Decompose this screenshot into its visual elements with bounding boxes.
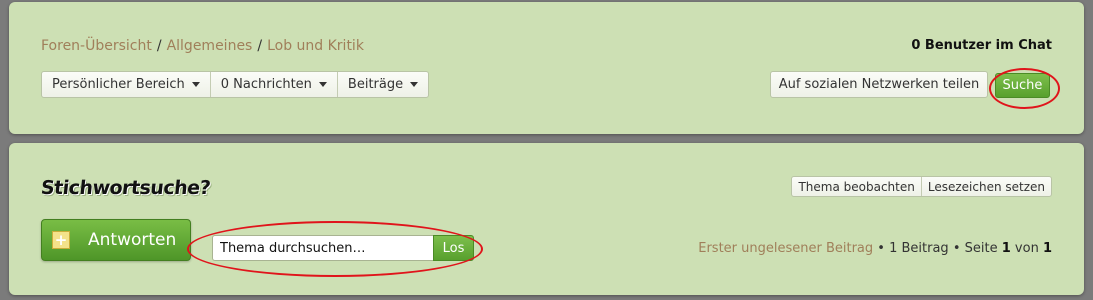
current-page: 1 bbox=[1001, 241, 1011, 256]
topic-search-go-button[interactable]: Los bbox=[433, 235, 474, 261]
breadcrumb-separator: / bbox=[156, 38, 162, 54]
chevron-down-icon bbox=[318, 82, 327, 87]
topic-actions: Thema beobachten Lesezeichen setzen bbox=[791, 176, 1052, 197]
search-button[interactable]: Suche bbox=[995, 73, 1050, 98]
total-pages: 1 bbox=[1042, 241, 1052, 256]
personal-area-label: Persönlicher Bereich bbox=[52, 77, 185, 92]
user-nav-menu: Persönlicher Bereich 0 Nachrichten Beitr… bbox=[41, 71, 430, 98]
plus-icon: + bbox=[52, 231, 70, 249]
pagination: Erster ungelesener Beitrag • 1 Beitrag •… bbox=[698, 241, 1052, 256]
breadcrumb-item-general[interactable]: Allgemeines bbox=[167, 38, 253, 54]
messages-dropdown[interactable]: 0 Nachrichten bbox=[211, 72, 338, 97]
breadcrumb: Foren-Übersicht / Allgemeines / Lob und Krit… bbox=[41, 38, 364, 54]
breadcrumb-separator: / bbox=[257, 38, 263, 54]
posts-label: Beiträge bbox=[347, 77, 404, 92]
share-social-button[interactable]: Auf sozialen Netzwerken teilen bbox=[770, 71, 988, 98]
breadcrumb-item-forum-index[interactable]: Foren-Übersicht bbox=[41, 38, 152, 54]
page-title: Stichwortsuche? bbox=[39, 177, 212, 199]
messages-label: 0 Nachrichten bbox=[220, 77, 312, 92]
header-panel: Foren-Übersicht / Allgemeines / Lob und Krit… bbox=[9, 2, 1084, 134]
chevron-down-icon bbox=[410, 82, 419, 87]
first-unread-link[interactable]: Erster ungelesener Beitrag bbox=[698, 241, 873, 256]
topic-search: Los bbox=[212, 235, 474, 261]
topic-panel: Stichwortsuche? Thema beobachten Lesezei… bbox=[9, 143, 1084, 295]
chevron-down-icon bbox=[191, 82, 200, 87]
breadcrumb-item-praise-criticism[interactable]: Lob und Kritik bbox=[267, 38, 364, 54]
reply-button[interactable]: + Antworten bbox=[41, 219, 191, 261]
posts-dropdown[interactable]: Beiträge bbox=[338, 72, 428, 97]
chat-user-count[interactable]: 0 Benutzer im Chat bbox=[911, 38, 1052, 53]
personal-area-dropdown[interactable]: Persönlicher Bereich bbox=[42, 72, 211, 97]
post-count-text: • 1 Beitrag • Seite bbox=[877, 241, 998, 256]
bookmark-button[interactable]: Lesezeichen setzen bbox=[922, 177, 1051, 196]
topic-search-input[interactable] bbox=[212, 235, 433, 261]
watch-topic-button[interactable]: Thema beobachten bbox=[792, 177, 922, 196]
page-of-text: von bbox=[1014, 241, 1039, 256]
reply-label: Antworten bbox=[88, 230, 177, 250]
